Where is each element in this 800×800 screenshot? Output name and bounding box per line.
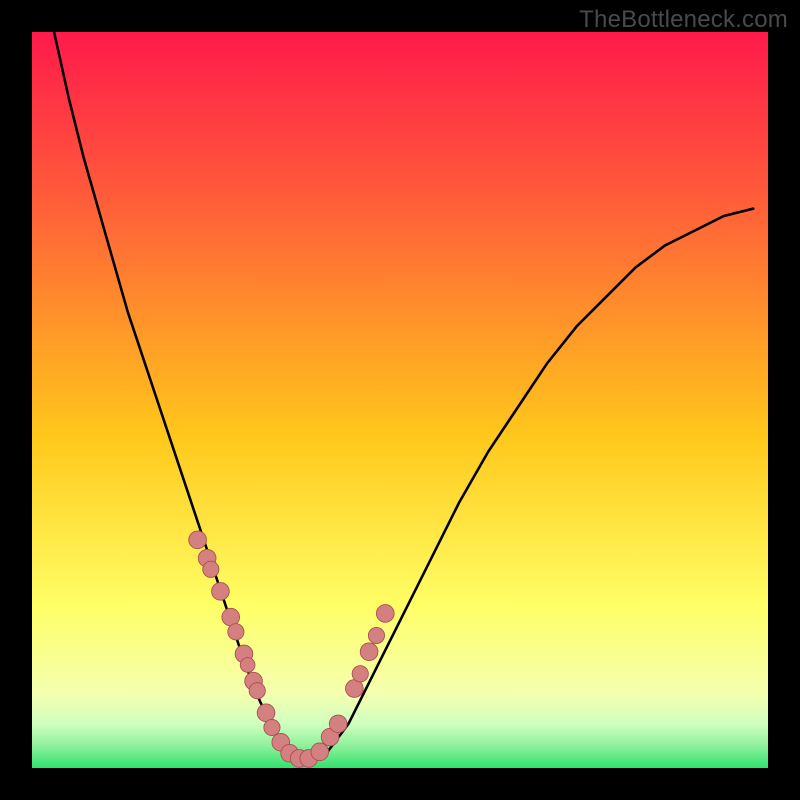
dot [228,624,244,640]
gradient-background [32,32,768,768]
dot [249,683,265,699]
dot [222,608,240,626]
dot [329,715,347,733]
bottleneck-chart [32,32,768,768]
dot [346,680,364,698]
dot [311,743,329,761]
dot [212,583,230,601]
dot [264,719,280,735]
dot [189,531,207,549]
chart-frame: TheBottleneck.com [0,0,800,800]
dot [203,561,219,577]
dot [360,643,378,661]
dot [240,658,255,673]
dot [368,627,384,643]
dot [352,666,368,682]
dot [257,704,275,722]
dot [376,605,394,623]
watermark-text: TheBottleneck.com [579,6,788,34]
